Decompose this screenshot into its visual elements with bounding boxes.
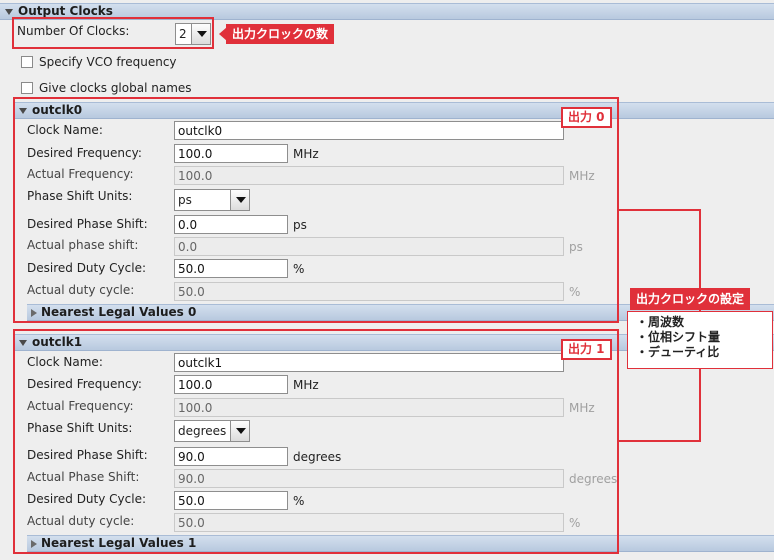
global-names-checkbox[interactable] — [21, 82, 33, 94]
output1-tag: 出力 1 — [561, 339, 612, 360]
settings-item: ・位相シフト量 — [636, 330, 721, 344]
num-clocks-highlight — [12, 17, 214, 49]
bracket-top-line — [619, 209, 701, 211]
specify-vco-label: Specify VCO frequency — [39, 55, 177, 69]
collapse-triangle-icon[interactable] — [5, 9, 13, 15]
global-names-label: Give clocks global names — [39, 81, 192, 95]
outclk1-highlight — [13, 329, 619, 554]
settings-item: ・デューティ比 — [636, 345, 720, 359]
settings-item: ・周波数 — [636, 315, 685, 329]
output0-tag: 出力 0 — [561, 107, 612, 128]
output-clocks-title: Output Clocks — [18, 4, 113, 18]
outclk0-highlight — [13, 97, 619, 323]
clock-settings-list: ・周波数 ・位相シフト量 ・デューティ比 — [627, 311, 773, 369]
num-clocks-callout: 出力クロックの数 — [226, 24, 335, 44]
bracket-bottom-line — [619, 440, 701, 442]
clock-settings-callout: 出力クロックの設定 — [630, 288, 751, 310]
specify-vco-checkbox[interactable] — [21, 56, 33, 68]
